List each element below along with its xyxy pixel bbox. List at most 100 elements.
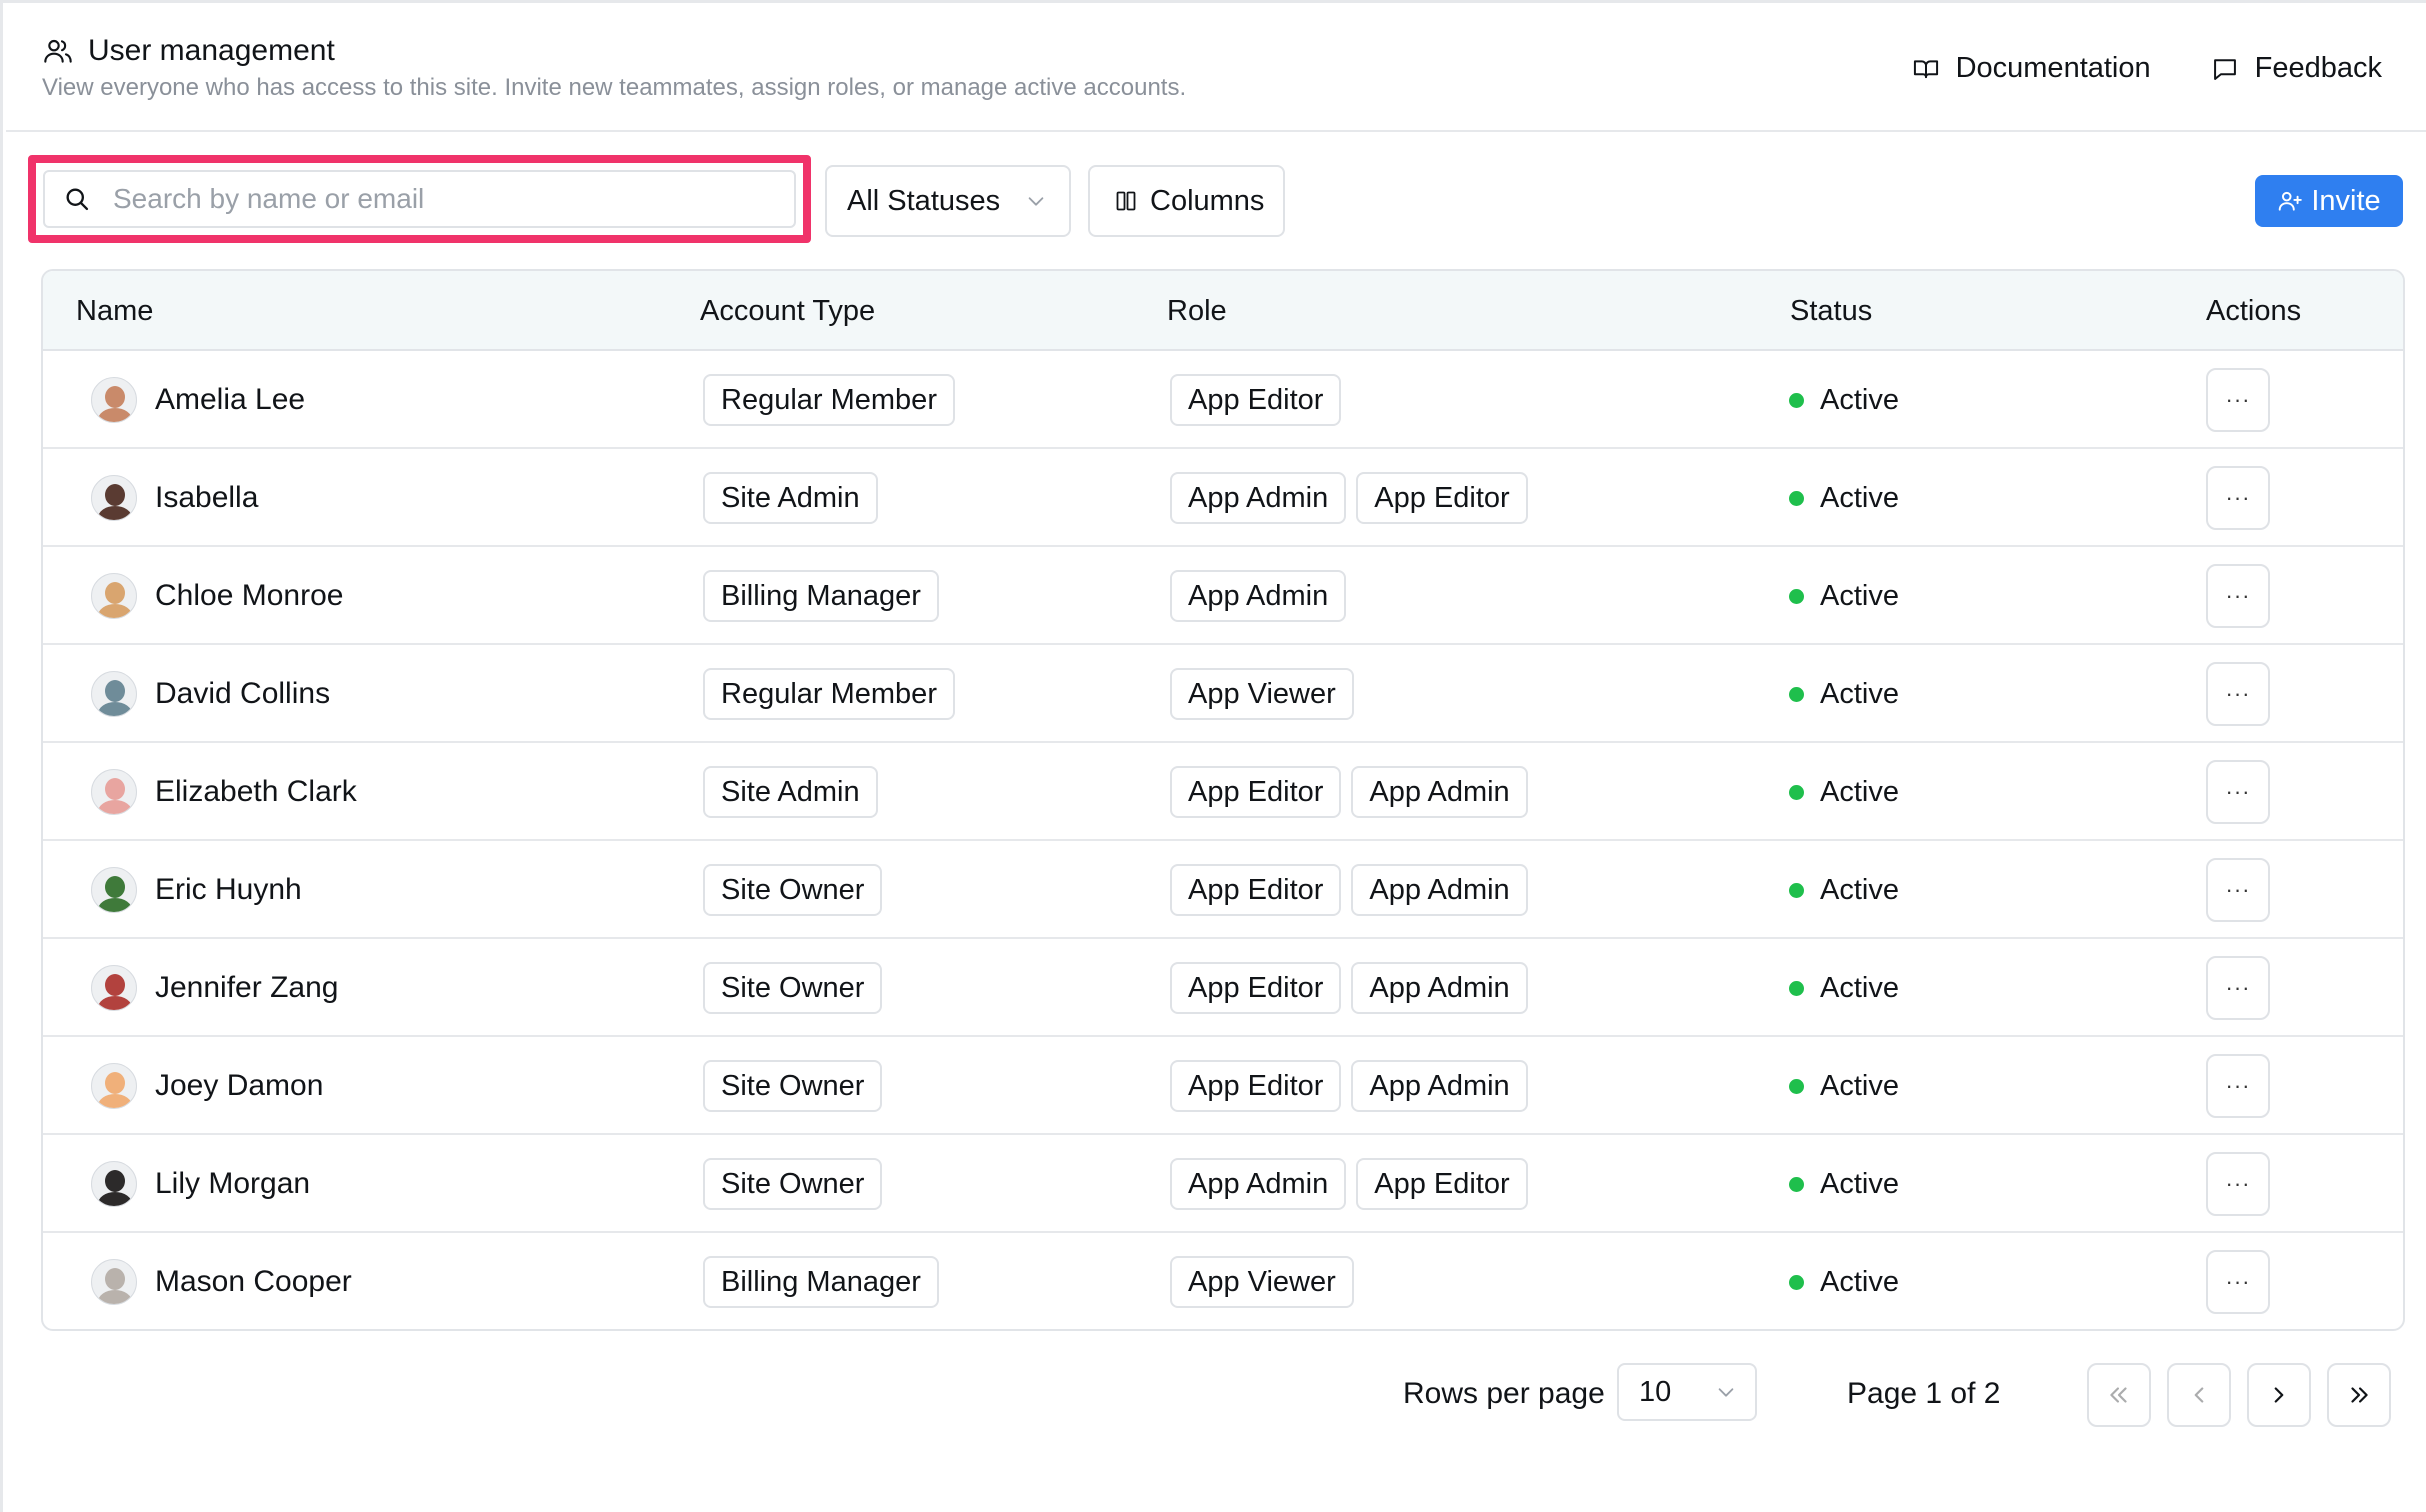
feedback-link[interactable]: Feedback [2211, 52, 2382, 85]
avatar-head [105, 778, 125, 800]
status-filter-select[interactable]: All Statuses [825, 165, 1071, 237]
page-title: User management [88, 34, 335, 67]
row-actions-button[interactable]: ··· [2206, 1250, 2270, 1314]
row-actions-button[interactable]: ··· [2206, 858, 2270, 922]
row-actions-button[interactable]: ··· [2206, 760, 2270, 824]
actions-cell: ··· [2206, 939, 2270, 1037]
avatar-head [105, 1072, 125, 1094]
role-badge: App Editor [1170, 864, 1342, 916]
status-cell: Active [1789, 743, 1899, 841]
account-type-badge: Regular Member [703, 668, 955, 720]
next-page-button[interactable] [2247, 1363, 2311, 1427]
status-text: Active [1820, 873, 1899, 906]
header-name[interactable]: Name [76, 295, 153, 328]
invite-button[interactable]: Invite [2255, 175, 2403, 227]
status-text: Active [1820, 579, 1899, 612]
row-actions-button[interactable]: ··· [2206, 956, 2270, 1020]
user-cell: Joey Damon [91, 1037, 323, 1135]
status-dot-icon [1789, 392, 1804, 408]
actions-cell: ··· [2206, 743, 2270, 841]
user-name: Lily Morgan [155, 1167, 311, 1200]
columns-button[interactable]: Columns [1088, 165, 1285, 237]
chevrons-left-icon [2110, 1387, 2127, 1403]
status-dot-icon [1789, 1274, 1804, 1290]
table-header: Name Account Type Role Status Actions [43, 271, 2403, 351]
row-actions-button[interactable]: ··· [2206, 368, 2270, 432]
status-text: Active [1820, 775, 1899, 808]
more-icon: ··· [2225, 583, 2251, 608]
avatar-body [98, 800, 132, 814]
user-name: Amelia Lee [155, 383, 306, 416]
user-cell: Amelia Lee [91, 351, 305, 449]
first-page-button[interactable] [2087, 1363, 2151, 1427]
user-cell: Isabella [91, 449, 258, 547]
table-row: Elizabeth Clark Site Admin App Editor App… [43, 743, 2403, 841]
account-type-cell: Billing Manager [703, 1233, 939, 1329]
header-links: Documentation Feedback [1912, 52, 2382, 85]
account-type-cell: Site Owner [703, 1037, 883, 1135]
user-cell: Jennifer Zang [91, 939, 338, 1037]
avatar-body [98, 702, 132, 716]
documentation-label: Documentation [1955, 52, 2151, 84]
more-icon: ··· [2225, 779, 2251, 804]
users-table: Name Account Type Role Status Actions Am… [41, 269, 2405, 1331]
table-row: David Collins Regular Member App Viewer … [43, 645, 2403, 743]
role-badge: App Editor [1356, 1158, 1528, 1210]
chevron-down-icon [1028, 197, 1044, 206]
rows-per-page-label: Rows per page [1403, 1377, 1605, 1410]
user-name: Elizabeth Clark [155, 775, 357, 808]
avatar-head [105, 1170, 125, 1192]
page-header: User management View everyone who has ac… [6, 6, 2426, 132]
invite-label: Invite [2311, 184, 2381, 217]
role-badge: App Editor [1170, 374, 1342, 426]
page-subtitle: View everyone who has access to this sit… [42, 74, 1187, 101]
status-cell: Active [1789, 939, 1899, 1037]
more-icon: ··· [2225, 1073, 2251, 1098]
status-dot-icon [1789, 1176, 1804, 1192]
table-row: Isabella Site Admin App Admin App Editor … [43, 449, 2403, 547]
rows-per-page-select[interactable]: 10 [1617, 1363, 1757, 1421]
avatar-head [105, 386, 125, 408]
avatar [91, 671, 137, 717]
avatar [91, 475, 137, 521]
status-cell: Active [1789, 547, 1899, 645]
avatar [91, 1063, 137, 1109]
user-name: David Collins [155, 677, 331, 710]
row-actions-button[interactable]: ··· [2206, 466, 2270, 530]
role-badge: App Viewer [1170, 1256, 1354, 1308]
header-status[interactable]: Status [1790, 295, 1872, 328]
role-badge: App Admin [1170, 570, 1347, 622]
search-box[interactable] [43, 170, 796, 228]
previous-page-button[interactable] [2167, 1363, 2231, 1427]
avatar [91, 377, 137, 423]
search-icon [66, 188, 89, 211]
header-role[interactable]: Role [1167, 295, 1227, 328]
row-actions-button[interactable]: ··· [2206, 564, 2270, 628]
header-account-type[interactable]: Account Type [700, 295, 875, 328]
row-actions-button[interactable]: ··· [2206, 1152, 2270, 1216]
last-page-button[interactable] [2327, 1363, 2391, 1427]
chevron-left-icon [2194, 1387, 2204, 1403]
avatar [91, 867, 137, 913]
search-input[interactable] [113, 183, 753, 215]
role-cell: App Editor App Admin [1170, 841, 1528, 939]
role-badge: App Editor [1170, 1060, 1342, 1112]
role-badge: App Editor [1356, 472, 1528, 524]
actions-cell: ··· [2206, 449, 2270, 547]
account-type-badge: Site Admin [703, 472, 878, 524]
account-type-badge: Billing Manager [703, 570, 939, 622]
user-plus-icon [2279, 191, 2303, 211]
chevron-down-icon [1718, 1388, 1734, 1397]
actions-cell: ··· [2206, 841, 2270, 939]
row-actions-button[interactable]: ··· [2206, 1054, 2270, 1118]
documentation-link[interactable]: Documentation [1912, 52, 2151, 85]
status-dot-icon [1789, 686, 1804, 702]
row-actions-button[interactable]: ··· [2206, 662, 2270, 726]
user-cell: Eric Huynh [91, 841, 302, 939]
status-text: Active [1820, 1167, 1899, 1200]
account-type-badge: Site Owner [703, 1060, 883, 1112]
avatar-head [105, 484, 125, 506]
account-type-badge: Site Admin [703, 766, 878, 818]
role-badge: App Editor [1170, 962, 1342, 1014]
user-name: Joey Damon [155, 1069, 324, 1102]
